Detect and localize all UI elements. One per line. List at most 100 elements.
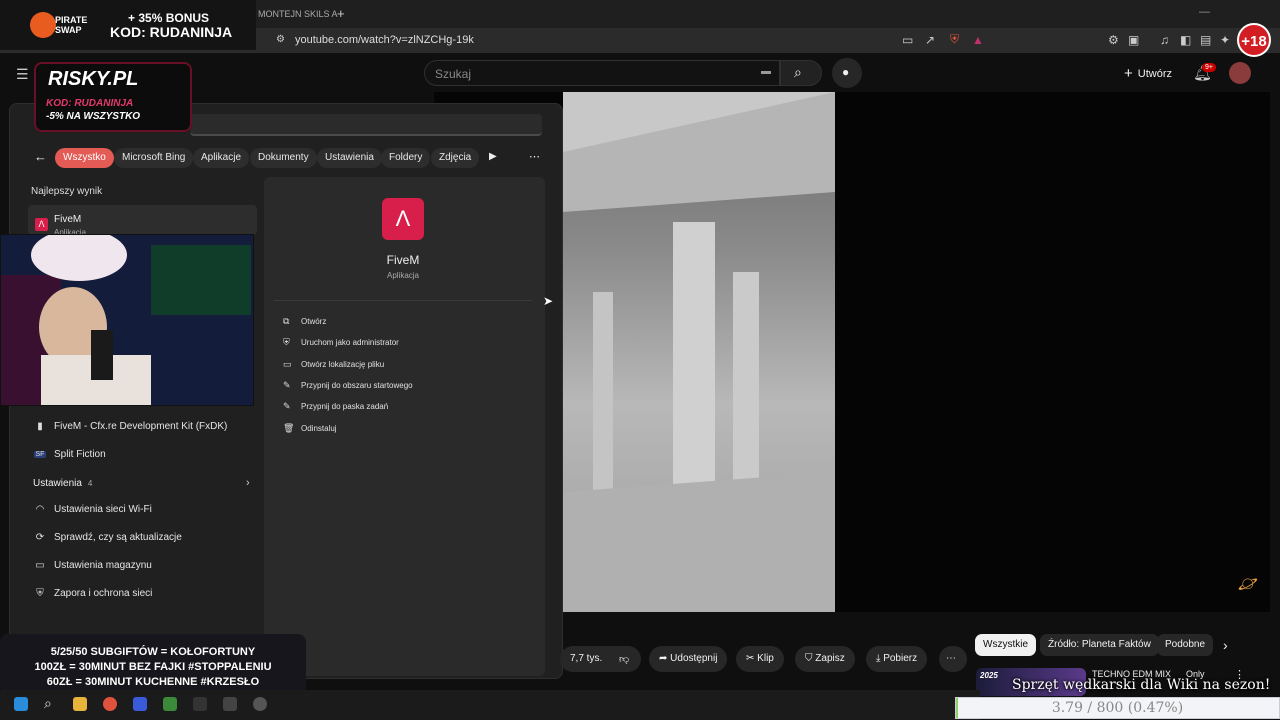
browser-tab-title[interactable]: MONTEJN SKILS A [258, 9, 338, 19]
app-result-label: FiveM - Cfx.re Development Kit (FxDK) [54, 421, 228, 432]
plus-icon: + [1124, 65, 1133, 82]
download-button[interactable]: ⤓ Pobierz [866, 646, 928, 672]
donation-caption: Sprzęt wędkarski dla Wiki na sezon! [1012, 677, 1271, 693]
voice-search-button[interactable]: ● [832, 58, 862, 88]
more-actions-button[interactable]: ⋯ [939, 646, 967, 672]
app-taskbar-icon[interactable] [163, 697, 177, 711]
filter-folders[interactable]: Foldery [381, 148, 431, 168]
share-arrow-icon: ➦ [659, 653, 671, 664]
obs-icon[interactable] [253, 697, 267, 711]
avatar[interactable] [1229, 62, 1251, 84]
action-label: Uruchom jako administrator [301, 338, 399, 347]
share-button[interactable]: ➦ Udostępnij [649, 646, 728, 672]
pirateswap-banner: PIRATE SWAP + 35% BONUS KOD: RUDANINJA [0, 0, 256, 50]
screenshot-icon[interactable]: ▣ [1128, 33, 1139, 47]
action-run-as-admin[interactable]: ⛨ Uruchom jako administrator [283, 337, 399, 348]
more-options-icon[interactable]: ⋯ [529, 150, 540, 163]
settings-count: 4 [87, 479, 93, 488]
webcam-scene [1, 235, 253, 405]
sidebar-icon[interactable]: ◧ [1180, 33, 1191, 47]
search-icon: ⌕ [794, 64, 802, 80]
music-icon[interactable]: ♫ [1160, 33, 1169, 47]
age-restriction-badge: +18 [1237, 23, 1271, 57]
wallet-icon[interactable]: ▤ [1200, 33, 1211, 47]
search-button[interactable]: ⌕ [780, 60, 822, 86]
extensions-icon[interactable]: ⚙ [1108, 33, 1119, 47]
download-label: Pobierz [883, 653, 918, 664]
goal-line-3: 60ZŁ = 30MINUT KUCHENNE #KRZESŁO [46, 676, 260, 688]
new-tab-icon[interactable]: + [337, 6, 345, 21]
filter-apps[interactable]: Aplikacje [193, 148, 250, 168]
filter-photos[interactable]: Zdjęcia [431, 148, 480, 168]
taskbar-search-icon[interactable]: ⌕ [44, 695, 52, 712]
chevron-right-icon[interactable]: › [1223, 637, 1228, 653]
sync-icon: ⟳ [35, 532, 45, 543]
action-uninstall[interactable]: 🗑︎ Odinstaluj [283, 423, 337, 434]
pin-icon: ✎ [283, 401, 291, 411]
chevron-right-icon[interactable]: › [246, 477, 250, 489]
subgoals-overlay: 5/25/50 SUBGIFTÓW = KOŁOFORTUNY 100ZŁ = … [0, 634, 306, 694]
mic-icon: ● [842, 65, 850, 79]
filter-settings[interactable]: Ustawienia [317, 148, 382, 168]
filter-all[interactable]: Wszystko [55, 148, 114, 168]
share-icon[interactable]: ↗ [925, 33, 935, 47]
action-label: Przypnij do paska zadań [301, 402, 389, 411]
setting-firewall[interactable]: ⛨ Zapora i ochrona sieci [34, 588, 152, 599]
nzxt-icon[interactable] [193, 697, 207, 711]
dislike-button[interactable]: 👎︎ [609, 646, 641, 672]
brave-taskbar-icon[interactable] [103, 697, 117, 711]
keyboard-icon[interactable]: ▬ [761, 66, 771, 77]
app2-taskbar-icon[interactable] [223, 697, 237, 711]
action-label: Otwórz lokalizację pliku [301, 360, 385, 369]
detail-app-name: FiveM [386, 253, 420, 267]
setting-storage[interactable]: ▭ Ustawienia magazynu [34, 560, 152, 571]
save-button[interactable]: ⛉ Zapisz [795, 646, 855, 672]
action-open-location[interactable]: ▭ Otwórz lokalizację pliku [283, 359, 384, 370]
windows-taskbar [0, 690, 980, 720]
app-result-split-fiction[interactable]: SF Split Fiction [34, 449, 106, 460]
action-pin-taskbar[interactable]: ✎ Przypnij do paska zadań [283, 401, 388, 412]
dislike-icon: 👎︎ [619, 654, 630, 665]
video-scene [563, 92, 835, 612]
filter-documents[interactable]: Dokumenty [250, 148, 317, 168]
site-info-icon[interactable]: ⚙ [276, 34, 285, 45]
filter-bing[interactable]: Microsoft Bing [114, 148, 194, 168]
video-frame [563, 92, 835, 612]
play-more-icon[interactable]: ▶ [489, 151, 497, 162]
back-arrow-icon[interactable]: ← [34, 149, 47, 164]
chip-source[interactable]: Źródło: Planeta Faktów [1040, 634, 1159, 656]
chip-similar[interactable]: Podobne [1157, 634, 1214, 656]
action-pin-start[interactable]: ✎ Przypnij do obszaru startowego [283, 380, 413, 391]
file-explorer-icon[interactable] [73, 697, 87, 711]
setting-label: Zapora i ochrona sieci [54, 588, 153, 599]
start-search-box[interactable] [190, 114, 542, 136]
admin-icon: ⛨ [283, 337, 290, 347]
setting-updates[interactable]: ⟳ Sprawdź, czy są aktualizacje [34, 532, 182, 543]
settings-section-title: Ustawienia 4 [33, 478, 92, 489]
minimize-icon[interactable]: — [1199, 6, 1210, 18]
pirate-logo-icon [30, 12, 56, 38]
pirate-bonus: + 35% BONUS [128, 11, 210, 25]
pirate-brand: PIRATE SWAP [55, 15, 88, 35]
risky-offer: -5% NA WSZYSTKO [46, 111, 141, 122]
clip-button[interactable]: ✂ Klip [736, 646, 784, 672]
brave-shield-icon[interactable]: ⛨ [950, 32, 959, 47]
setting-wifi[interactable]: ◠ Ustawienia sieci Wi-Fi [34, 504, 152, 515]
url-field[interactable]: youtube.com/watch?v=zlNZCHg-19k [295, 34, 474, 46]
best-match-item[interactable]: Λ FiveM Aplikacja [28, 205, 257, 237]
windows-start-icon[interactable] [14, 697, 28, 711]
scissors-icon: ✂ [746, 653, 758, 664]
search-input[interactable]: Szukaj [424, 60, 780, 86]
leo-ai-icon[interactable]: ✦ [1220, 33, 1230, 47]
app-result-fxdk[interactable]: ▮ FiveM - Cfx.re Development Kit (FxDK) [34, 421, 227, 432]
action-open[interactable]: ⧉ Otwórz [283, 316, 326, 327]
rewards-icon[interactable]: ▲ [972, 33, 984, 47]
create-button[interactable]: + Utwórz [1124, 65, 1172, 82]
cast-icon[interactable]: ▭ [902, 33, 913, 47]
menu-icon[interactable]: ☰ [16, 66, 29, 83]
bookmark-icon: ⛉ [805, 653, 816, 664]
chip-all[interactable]: Wszystkie [975, 634, 1036, 656]
like-button[interactable]: 7,7 tys. [560, 646, 613, 672]
discord-icon[interactable] [133, 697, 147, 711]
more-icon: ⋯ [946, 653, 956, 664]
